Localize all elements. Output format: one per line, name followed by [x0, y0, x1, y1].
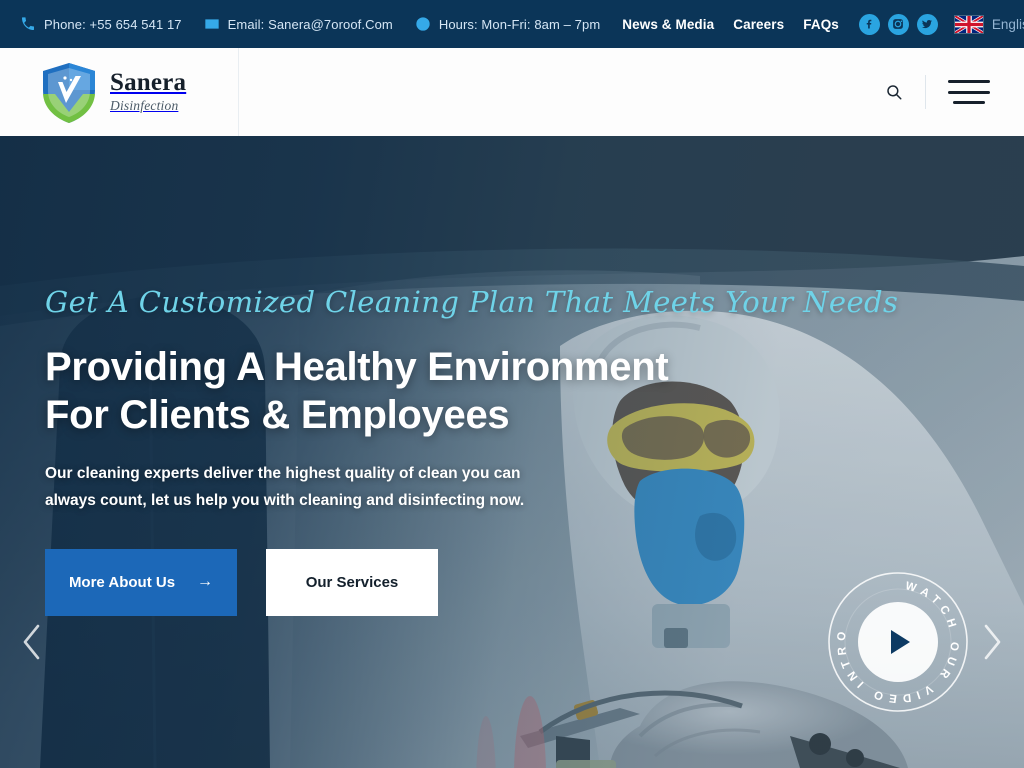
play-button[interactable]	[858, 602, 938, 682]
top-bar-right: News & Media Careers FAQs Engli	[622, 13, 1024, 35]
envelope-icon	[204, 16, 220, 32]
arrow-right-icon: →	[197, 573, 214, 591]
top-nav-careers[interactable]: Careers	[733, 17, 784, 32]
more-about-us-label: More About Us	[68, 573, 176, 591]
hero-headline-line1: Providing A Healthy Environment	[45, 345, 669, 390]
social-links	[858, 13, 938, 35]
slider-next-button[interactable]	[972, 616, 1012, 668]
brand-name: Sanera	[110, 69, 187, 97]
hero-subcopy-line2: always count, let us help you with clean…	[45, 492, 525, 509]
instagram-icon[interactable]	[887, 13, 909, 35]
play-icon	[891, 630, 910, 654]
top-nav-news-media[interactable]: News & Media	[622, 17, 714, 32]
brand-tagline: Disinfection	[110, 97, 179, 113]
logo-text: Sanera Disinfection	[110, 70, 186, 113]
hero-subcopy: Our cleaning experts deliver the highest…	[45, 461, 545, 514]
facebook-icon[interactable]	[858, 13, 880, 35]
search-button[interactable]	[877, 75, 911, 109]
language-label: English	[991, 16, 1024, 32]
search-icon	[887, 85, 902, 100]
contact-phone[interactable]: Phone: +55 654 541 17	[20, 16, 182, 32]
hero-tagline: Get A Customized Cleaning Plan That Meet…	[45, 285, 899, 320]
slider-prev-button[interactable]	[12, 616, 52, 668]
watch-video-badge[interactable]: WATCH OUR VIDEO INTRO	[827, 571, 969, 713]
clock-icon	[415, 16, 431, 32]
more-about-us-button[interactable]: More About Us →	[45, 548, 237, 616]
hero-headline-line2: For Clients & Employees	[45, 393, 510, 438]
hero-subcopy-line1: Our cleaning experts deliver the highest…	[45, 465, 521, 483]
hamburger-menu-button[interactable]	[948, 77, 990, 107]
hero-headline: Providing A Healthy Environment For Clie…	[45, 343, 1024, 439]
uk-flag-icon	[953, 14, 984, 34]
top-bar-contacts: Phone: +55 654 541 17 Email: Sanera@7oro…	[20, 16, 622, 32]
hamburger-line	[948, 90, 990, 94]
hamburger-line	[948, 80, 990, 83]
language-selector[interactable]: English	[953, 14, 1024, 34]
chevron-right-icon	[984, 624, 1001, 660]
contact-hours: Hours: Mon-Fri: 8am – 7pm	[415, 16, 600, 32]
hero-slider: Get A Customized Cleaning Plan That Meet…	[0, 136, 1024, 768]
contact-hours-text: Hours: Mon-Fri: 8am – 7pm	[438, 16, 601, 32]
site-header: Sanera Disinfection	[0, 48, 1024, 136]
twitter-icon[interactable]	[916, 13, 938, 35]
logo[interactable]: Sanera Disinfection	[0, 48, 239, 136]
top-nav-faqs[interactable]: FAQs	[803, 17, 839, 32]
shield-logo-icon	[40, 62, 98, 123]
top-bar: Phone: +55 654 541 17 Email: Sanera@7oro…	[0, 0, 1024, 48]
contact-phone-text: Phone: +55 654 541 17	[44, 16, 182, 32]
top-bar-nav: News & Media Careers FAQs	[622, 17, 839, 32]
our-services-button[interactable]: Our Services	[266, 548, 438, 616]
contact-email-text: Email: Sanera@7oroof.Com	[227, 16, 393, 32]
contact-email[interactable]: Email: Sanera@7oroof.Com	[204, 16, 393, 32]
phone-icon	[20, 16, 36, 32]
header-actions	[239, 48, 1024, 136]
header-divider	[925, 75, 926, 109]
chevron-left-icon	[23, 624, 40, 660]
hamburger-line	[953, 101, 985, 104]
